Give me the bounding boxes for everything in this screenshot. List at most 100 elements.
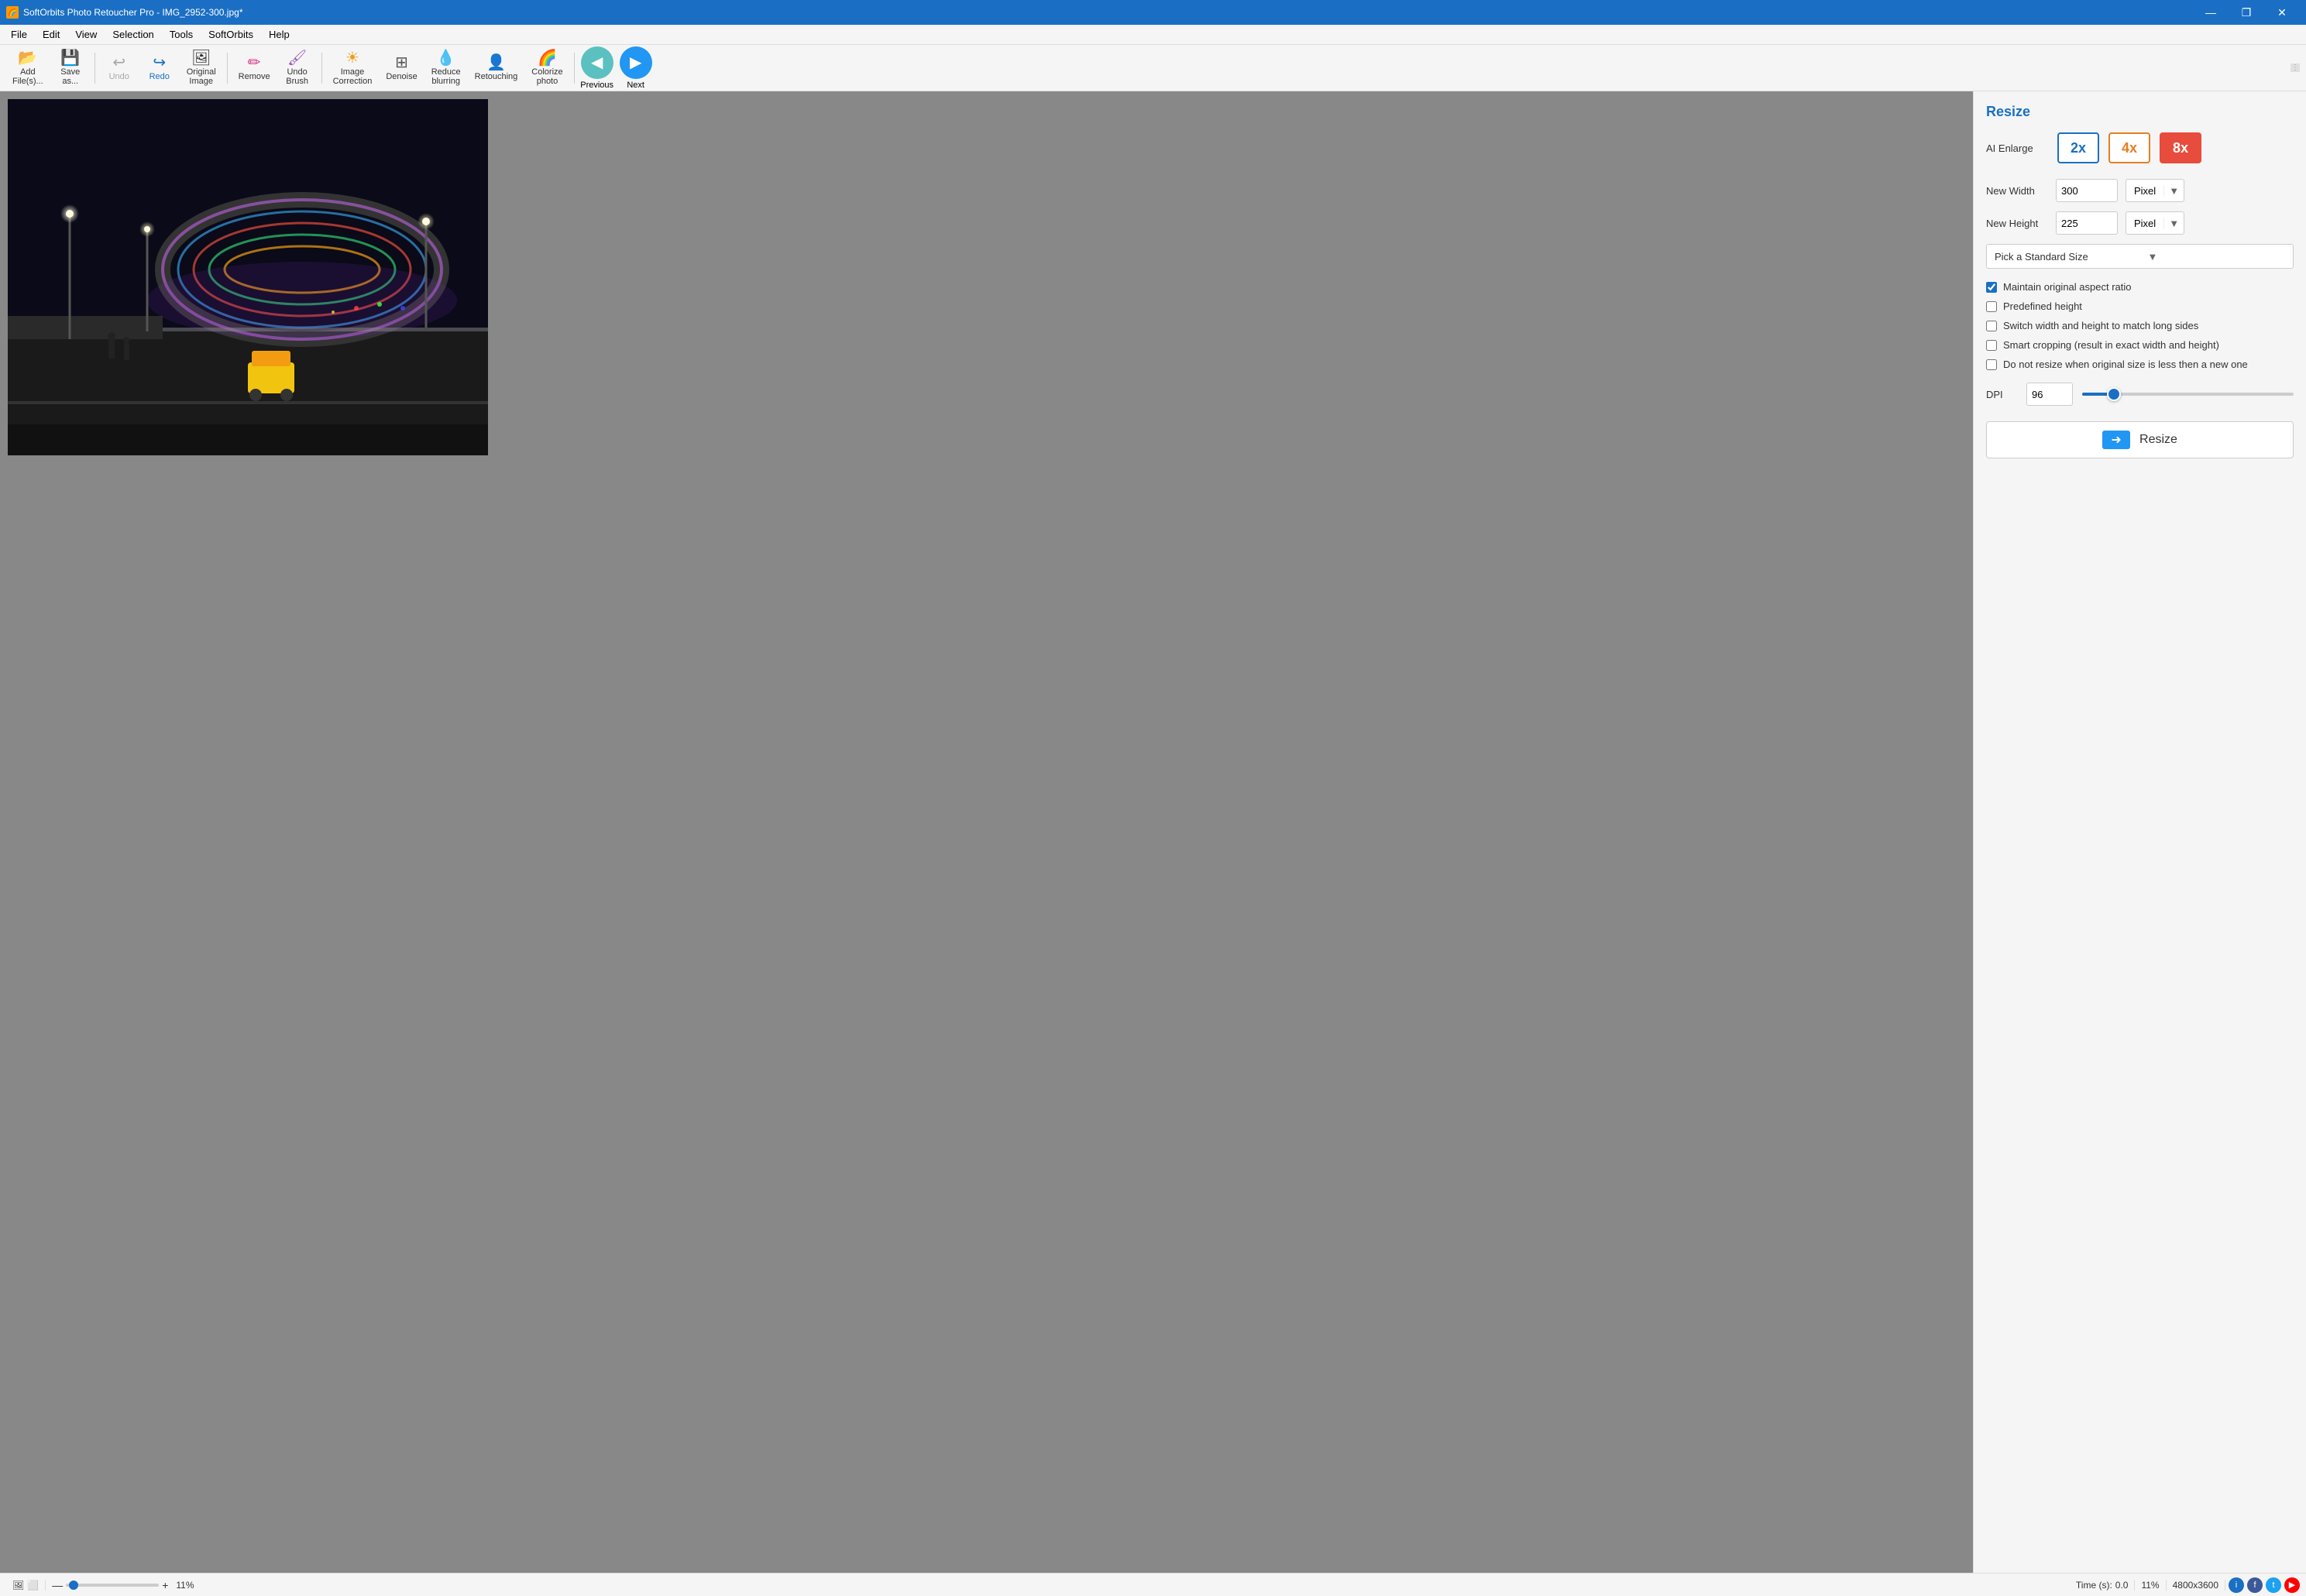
add-files-label: Add File(s)...	[12, 67, 43, 86]
width-row: New Width Pixel ▼	[1986, 179, 2294, 202]
retouching-icon: 👤	[486, 55, 506, 70]
menu-file[interactable]: File	[3, 27, 35, 42]
image-size: 4800x3600	[2173, 1580, 2225, 1591]
denoise-icon: ⊞	[395, 55, 408, 70]
info-icon[interactable]: i	[2229, 1577, 2244, 1593]
original-image-label: Original Image	[187, 67, 216, 86]
zoom-slider-section: — + 11%	[52, 1579, 194, 1591]
separator-2	[227, 53, 228, 84]
ai-enlarge-row: AI Enlarge 2x 4x 8x	[1986, 132, 2294, 163]
original-image-icon: 🖼	[191, 50, 211, 66]
save-as-label: Save as...	[60, 67, 80, 86]
panel-title: Resize	[1986, 104, 2294, 120]
dpi-slider-thumb[interactable]	[2107, 387, 2121, 401]
aspect-ratio-label[interactable]: Maintain original aspect ratio	[2003, 281, 2131, 293]
close-button[interactable]: ✕	[2264, 0, 2300, 25]
colorize-icon: 🌈	[538, 50, 557, 66]
next-button[interactable]: ▶	[620, 46, 652, 79]
predefined-height-checkbox[interactable]	[1986, 301, 1997, 312]
redo-label: Redo	[149, 72, 170, 81]
toolbar: 📂 Add File(s)... 💾 Save as... ↩ Undo ↪ R…	[0, 45, 2306, 91]
twitter-icon[interactable]: t	[2266, 1577, 2281, 1593]
zoom-track[interactable]	[66, 1584, 159, 1587]
zoom-percent: 11%	[176, 1580, 194, 1591]
width-unit-arrow[interactable]: ▼	[2163, 185, 2184, 197]
predefined-height-label[interactable]: Predefined height	[2003, 300, 2082, 312]
menu-softorbits[interactable]: SoftOrbits	[201, 27, 261, 42]
switch-dimensions-checkbox[interactable]	[1986, 321, 1997, 331]
resize-button-label: Resize	[2139, 433, 2177, 447]
width-unit-label: Pixel	[2126, 185, 2163, 197]
undo-label: Undo	[109, 72, 129, 81]
enlarge-8x-button[interactable]: 8x	[2160, 132, 2201, 163]
menu-view[interactable]: View	[67, 27, 105, 42]
zoom-thumb[interactable]	[69, 1581, 78, 1590]
titlebar-controls[interactable]: — ❐ ✕	[2193, 0, 2300, 25]
width-unit-dropdown[interactable]: Pixel ▼	[2126, 179, 2184, 202]
image-correction-button[interactable]: ☀ Image Correction	[327, 47, 379, 89]
remove-button[interactable]: ✏ Remove	[232, 52, 277, 84]
original-image-button[interactable]: 🖼 Original Image	[180, 47, 222, 89]
previous-button[interactable]: ◀	[581, 46, 613, 79]
undo-brush-label: Undo Brush	[286, 67, 308, 86]
right-panel: Resize AI Enlarge 2x 4x 8x New Width Pix…	[1973, 91, 2306, 1573]
height-unit-dropdown[interactable]: Pixel ▼	[2126, 211, 2184, 235]
smart-cropping-label[interactable]: Smart cropping (result in exact width an…	[2003, 339, 2219, 351]
aspect-ratio-checkbox[interactable]	[1986, 282, 1997, 293]
colorize-button[interactable]: 🌈 Colorize photo	[525, 47, 569, 89]
resize-arrow-icon: ➜	[2102, 431, 2130, 449]
colorize-label: Colorize photo	[531, 67, 562, 86]
view-icon-section: 🖼 ⬜	[6, 1580, 46, 1591]
undo-brush-icon: 🖌	[287, 50, 307, 66]
dpi-input[interactable]	[2026, 383, 2073, 406]
no-resize-checkbox[interactable]	[1986, 359, 1997, 370]
menu-selection[interactable]: Selection	[105, 27, 161, 42]
standard-size-label: Pick a Standard Size	[1987, 251, 2142, 263]
add-files-button[interactable]: 📂 Add File(s)...	[6, 47, 50, 89]
switch-dimensions-label[interactable]: Switch width and height to match long si…	[2003, 320, 2198, 331]
checkbox-no-resize: Do not resize when original size is less…	[1986, 359, 2294, 370]
youtube-icon[interactable]: ▶	[2284, 1577, 2300, 1593]
retouching-button[interactable]: 👤 Retouching	[469, 52, 524, 84]
zoom-minus-button[interactable]: —	[52, 1579, 63, 1591]
separator-3	[321, 53, 322, 84]
width-input[interactable]	[2056, 179, 2118, 202]
save-as-button[interactable]: 💾 Save as...	[51, 47, 90, 89]
dpi-row: DPI	[1986, 383, 2294, 406]
canvas-area[interactable]	[0, 91, 1973, 1573]
undo-brush-button[interactable]: 🖌 Undo Brush	[278, 47, 317, 89]
collapse-handle[interactable]: ⋮	[2291, 63, 2300, 72]
height-label: New Height	[1986, 218, 2048, 229]
menu-tools[interactable]: Tools	[162, 27, 201, 42]
remove-label: Remove	[239, 72, 270, 81]
standard-size-dropdown[interactable]: Pick a Standard Size ▼	[1986, 244, 2294, 269]
enlarge-4x-button[interactable]: 4x	[2108, 132, 2150, 163]
dpi-slider-track	[2082, 393, 2294, 396]
reduce-blurring-button[interactable]: 💧 Reduce blurring	[425, 47, 467, 89]
denoise-label: Denoise	[386, 72, 417, 81]
standard-size-arrow: ▼	[2142, 251, 2294, 263]
redo-button[interactable]: ↪ Redo	[140, 52, 179, 84]
enlarge-2x-button[interactable]: 2x	[2057, 132, 2099, 163]
checkbox-aspect-ratio: Maintain original aspect ratio	[1986, 281, 2294, 293]
height-input[interactable]	[2056, 211, 2118, 235]
no-resize-label[interactable]: Do not resize when original size is less…	[2003, 359, 2248, 370]
undo-button[interactable]: ↩ Undo	[100, 52, 139, 84]
denoise-button[interactable]: ⊞ Denoise	[380, 52, 423, 84]
menu-help[interactable]: Help	[261, 27, 297, 42]
next-label: Next	[627, 81, 644, 90]
zoom-plus-button[interactable]: +	[162, 1579, 168, 1591]
minimize-button[interactable]: —	[2193, 0, 2229, 25]
resize-button[interactable]: ➜ Resize	[1986, 421, 2294, 458]
redo-icon: ↪	[153, 55, 166, 70]
save-as-icon: 💾	[60, 50, 80, 66]
maximize-button[interactable]: ❐	[2229, 0, 2264, 25]
smart-cropping-checkbox[interactable]	[1986, 340, 1997, 351]
checkbox-predefined-height: Predefined height	[1986, 300, 2294, 312]
dpi-slider-container[interactable]	[2082, 386, 2294, 402]
time-value: 0.0	[2115, 1580, 2129, 1591]
facebook-icon[interactable]: f	[2247, 1577, 2263, 1593]
menu-edit[interactable]: Edit	[35, 27, 67, 42]
app-icon: 🌈	[6, 6, 19, 19]
height-unit-arrow[interactable]: ▼	[2163, 218, 2184, 229]
